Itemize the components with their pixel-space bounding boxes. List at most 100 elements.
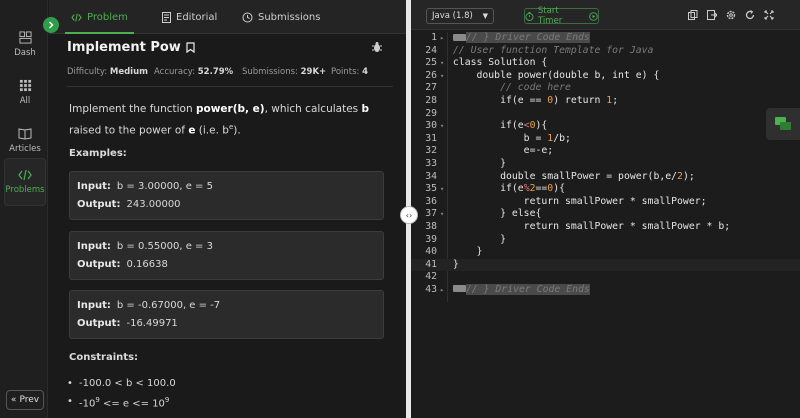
chat-button[interactable] bbox=[766, 108, 800, 140]
code-line[interactable]: 39 } bbox=[411, 234, 800, 247]
line-number: 36 bbox=[425, 195, 437, 207]
code-line[interactable]: 40 } bbox=[411, 246, 800, 259]
code-line[interactable]: 42 bbox=[411, 271, 800, 284]
submissions-value: 29K+ bbox=[300, 67, 327, 77]
fold-toggle-icon[interactable]: ▸ bbox=[440, 284, 444, 297]
code-line[interactable]: 33 } bbox=[411, 158, 800, 171]
rail-item-all[interactable]: All bbox=[4, 68, 46, 116]
points-meta: Points: 4 bbox=[331, 67, 369, 77]
code-text: e=-e; bbox=[447, 145, 554, 157]
bookmark-icon[interactable] bbox=[186, 42, 195, 53]
code-line[interactable]: 26 ▾ double power(double b, int e) { bbox=[411, 70, 800, 83]
dashboard-icon bbox=[18, 30, 32, 44]
fold-toggle-icon[interactable]: ▾ bbox=[440, 57, 444, 70]
line-number: 33 bbox=[425, 157, 437, 169]
copy-icon[interactable] bbox=[688, 10, 698, 20]
resize-handle-icon[interactable]: ‹› bbox=[400, 206, 418, 224]
code-line[interactable]: 1 ▸ // } Driver Code Ends bbox=[411, 32, 800, 45]
code-line[interactable]: 41 } bbox=[411, 258, 800, 272]
tab-editorial[interactable]: Editorial bbox=[162, 0, 217, 34]
fold-toggle-icon[interactable]: ▾ bbox=[440, 70, 444, 83]
code-line[interactable]: 31 b = 1/b; bbox=[411, 133, 800, 146]
example-input: b = -0.67000, e = -7 bbox=[116, 300, 221, 311]
tab-problem[interactable]: Problem bbox=[65, 0, 134, 34]
code-line[interactable]: 36 return smallPower * smallPower; bbox=[411, 196, 800, 209]
play-icon bbox=[589, 11, 598, 21]
code-line[interactable]: 38 return smallPower * smallPower * b; bbox=[411, 221, 800, 234]
example-input: b = 3.00000, e = 5 bbox=[116, 181, 213, 192]
settings-icon[interactable] bbox=[726, 10, 736, 20]
fold-toggle-icon[interactable]: ▸ bbox=[440, 32, 444, 45]
code-line[interactable]: 25 ▾ class Solution { bbox=[411, 57, 800, 70]
line-number: 30 bbox=[425, 120, 437, 132]
code-line[interactable]: 27 // code here bbox=[411, 82, 800, 95]
line-number: 32 bbox=[425, 145, 437, 157]
rail-item-dash[interactable]: Dash bbox=[4, 20, 46, 68]
line-number: 43 bbox=[425, 283, 437, 295]
double-chevron-left-icon: « bbox=[10, 395, 17, 405]
difficulty-value: Medium bbox=[109, 67, 148, 77]
history-icon bbox=[242, 12, 253, 22]
constraint-item: -109 <= e <= 109 bbox=[67, 396, 169, 409]
code-text: class Solution { bbox=[447, 57, 548, 69]
code-text: if(e<0){ bbox=[447, 120, 548, 132]
import-icon[interactable] bbox=[707, 10, 717, 20]
prev-button[interactable]: « Prev bbox=[6, 390, 44, 410]
code-line[interactable]: 43 ▸ // } Driver Code Ends bbox=[411, 283, 800, 297]
code-line[interactable]: 37 ▾ } else{ bbox=[411, 208, 800, 221]
code-text: } bbox=[447, 258, 459, 270]
line-number: 1 bbox=[431, 32, 437, 43]
problem-title-text: Implement Pow bbox=[67, 40, 181, 55]
code-line[interactable]: 32 e=-e; bbox=[411, 145, 800, 158]
points-value: 4 bbox=[362, 67, 369, 77]
divider bbox=[67, 86, 393, 87]
line-number: 24 bbox=[425, 44, 437, 56]
fold-toggle-icon[interactable]: ▾ bbox=[440, 208, 444, 221]
constraints-heading: Constraints: bbox=[69, 352, 139, 363]
language-select[interactable]: Java (1.8) ▼ bbox=[426, 8, 494, 24]
example-box: Input: b = -0.67000, e = -7 Output: -16.49… bbox=[69, 290, 384, 339]
code-text: } bbox=[447, 233, 506, 245]
start-timer-button[interactable]: Start Timer bbox=[524, 6, 599, 26]
line-number: 40 bbox=[425, 246, 437, 258]
rail-item-label: Problems bbox=[5, 185, 45, 195]
fullscreen-icon[interactable] bbox=[764, 10, 774, 20]
code-line[interactable]: 28 if(e == 0) return 1; bbox=[411, 95, 800, 108]
code-line[interactable]: 30 ▾ if(e<0){ bbox=[411, 120, 800, 133]
book-icon bbox=[18, 127, 32, 140]
code-line[interactable]: 29 bbox=[411, 108, 800, 121]
line-number: 42 bbox=[425, 271, 437, 283]
line-number: 41 bbox=[425, 258, 437, 270]
accuracy-meta: Accuracy: 52.79% bbox=[154, 67, 234, 77]
fold-toggle-icon[interactable]: ▾ bbox=[440, 183, 444, 196]
tab-submissions[interactable]: Submissions bbox=[242, 0, 320, 34]
line-number: 34 bbox=[425, 170, 437, 182]
fold-toggle-icon[interactable]: ▾ bbox=[440, 120, 444, 133]
code-text: // code here bbox=[500, 82, 571, 94]
code-text: b = 1/b; bbox=[447, 132, 571, 144]
code-line[interactable]: 34 double smallPower = power(b,e/2); bbox=[411, 171, 800, 184]
timer-label: Start Timer bbox=[537, 6, 563, 26]
line-number: 27 bbox=[425, 82, 437, 94]
prev-label: Prev bbox=[19, 395, 40, 405]
rail-item-problems[interactable]: Problems bbox=[4, 158, 46, 206]
example-output: -16.49971 bbox=[126, 318, 178, 329]
chevron-right-icon bbox=[48, 21, 54, 29]
tab-label: Problem bbox=[87, 11, 128, 23]
code-area[interactable]: 1 ▸ // } Driver Code Ends 24 // User funct… bbox=[411, 32, 800, 296]
code-text: } bbox=[447, 246, 483, 258]
code-text: } bbox=[447, 157, 506, 169]
code-line[interactable]: 35 ▾ if(e%2==0){ bbox=[411, 183, 800, 196]
timer-icon bbox=[525, 11, 534, 21]
bug-report-icon[interactable] bbox=[371, 41, 383, 53]
expand-toggle-button[interactable] bbox=[43, 17, 59, 33]
code-text: if(e == 0) return 1; bbox=[447, 94, 619, 106]
constraint-item: -100.0 < b < 100.0 bbox=[67, 378, 176, 389]
rail-item-articles[interactable]: Articles bbox=[4, 116, 46, 164]
rail-item-label: Dash bbox=[14, 47, 36, 58]
reset-icon[interactable] bbox=[745, 10, 755, 20]
left-nav-rail: Dash All Articles Problems « Prev bbox=[0, 0, 48, 418]
code-text: // } Driver Code Ends bbox=[447, 32, 590, 45]
code-line[interactable]: 24 // User function Template for Java bbox=[411, 45, 800, 58]
